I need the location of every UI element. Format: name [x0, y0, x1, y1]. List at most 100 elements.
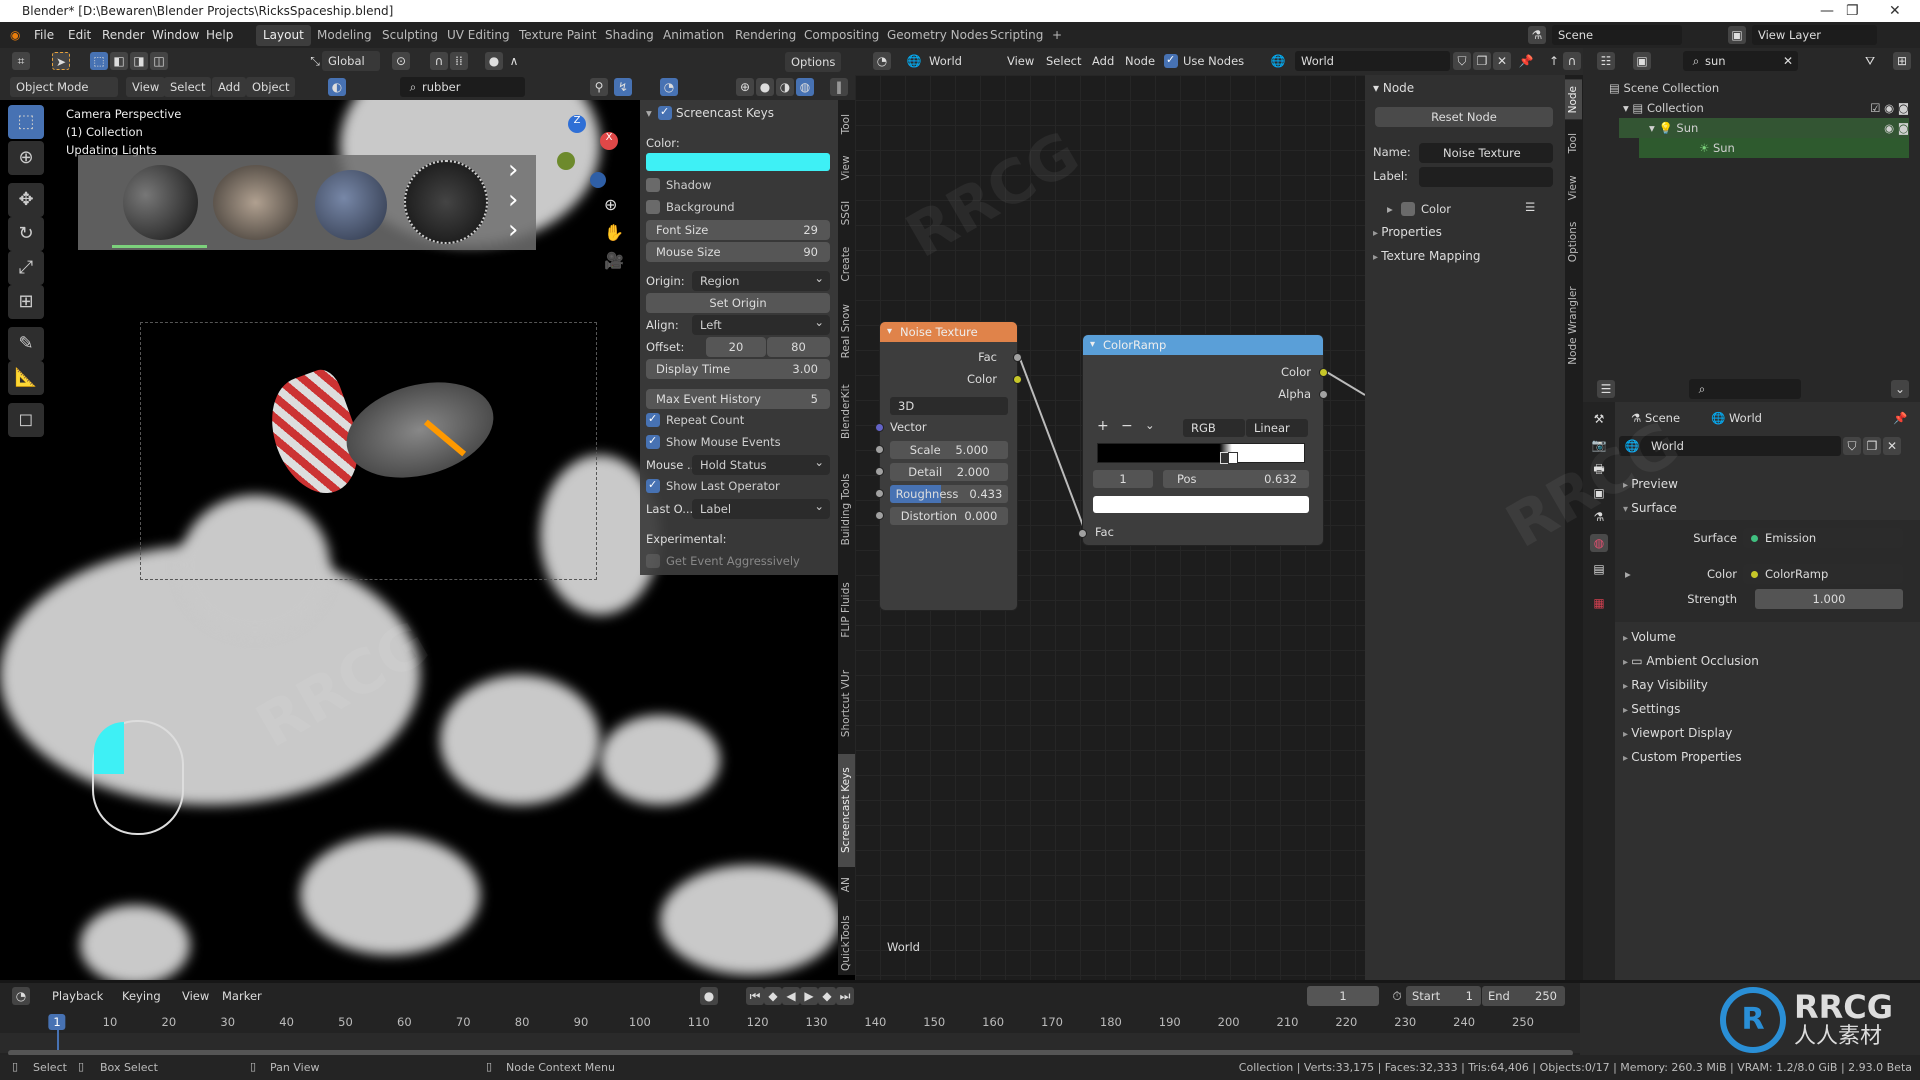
stop-color-swatch[interactable]	[1093, 496, 1309, 513]
duplicate-icon[interactable]: ❐	[1473, 52, 1491, 70]
menu-file[interactable]: File	[34, 28, 54, 42]
add-workspace-button[interactable]: +	[1045, 25, 1069, 46]
material-shading-icon[interactable]: ◑	[776, 78, 794, 96]
roughness-field[interactable]: Roughness 0.433	[890, 485, 1008, 503]
offset-y-field[interactable]: 80	[767, 337, 830, 357]
sidebar-tab-an[interactable]: AN	[838, 871, 855, 898]
sidebar-tab-node-wrangler[interactable]: Node Wrangler	[1565, 276, 1582, 376]
viewport-display-panel[interactable]: Viewport Display	[1623, 726, 1732, 740]
node-name-input[interactable]: Noise Texture	[1419, 143, 1553, 163]
sidebar-tab-ssgi[interactable]: SSGI	[838, 193, 855, 233]
tab-texture-paint[interactable]: Texture Paint	[512, 25, 603, 46]
display-mode-icon[interactable]: ☷	[1597, 52, 1615, 70]
rendered-shading-icon[interactable]: ◍	[796, 78, 814, 96]
font-size-field[interactable]: Font Size 29	[646, 220, 830, 240]
zoom-icon[interactable]: ⊕	[604, 195, 617, 214]
duplicate-icon[interactable]: ❐	[1863, 437, 1881, 455]
falloff-icon[interactable]: ∧	[505, 52, 523, 70]
editor-type-icon[interactable]: ⌗	[12, 52, 30, 70]
preview-panel[interactable]: Preview	[1623, 477, 1678, 491]
solid-shading-icon[interactable]: ●	[756, 78, 774, 96]
ambient-occlusion-panel[interactable]: ▭ Ambient Occlusion	[1623, 654, 1759, 668]
list-icon[interactable]: ☰	[1525, 200, 1535, 214]
sidebar-tab-view[interactable]: View	[1565, 168, 1582, 208]
texture-mapping-subpanel[interactable]: Texture Mapping	[1373, 249, 1480, 263]
gizmo-z-axis[interactable]: Z	[568, 115, 586, 133]
detail-field[interactable]: Detail 2.000	[890, 463, 1008, 481]
distortion-field[interactable]: Distortion 0.000	[890, 507, 1008, 525]
interpolation-dropdown[interactable]: Linear	[1246, 419, 1308, 437]
sidebar-tab-options[interactable]: Options	[1565, 212, 1582, 272]
breadcrumb-world[interactable]: 🌐 World	[1711, 411, 1762, 425]
sidebar-tab-tool[interactable]: Tool	[838, 104, 855, 144]
display-time-field[interactable]: Display Time 3.00	[646, 359, 830, 379]
offset-x-field[interactable]: 20	[706, 337, 766, 357]
tab-shading[interactable]: Shading	[598, 25, 661, 46]
node-label-input[interactable]	[1419, 167, 1553, 187]
shader-type-dropdown[interactable]: World	[923, 51, 998, 71]
output-fac-socket[interactable]	[1013, 353, 1022, 362]
object-mode-dropdown[interactable]: Object Mode	[10, 77, 118, 97]
tab-modeling[interactable]: Modeling	[310, 25, 379, 46]
editor-type-icon[interactable]: ◔	[873, 52, 891, 70]
scene-selector[interactable]: Scene	[1552, 25, 1682, 45]
texture-tab-icon[interactable]: ▦	[1590, 594, 1608, 612]
output-color-socket[interactable]	[1319, 368, 1328, 377]
overlay-icon[interactable]: ◔	[660, 78, 678, 96]
view-layer-tab-icon[interactable]: ▣	[1590, 484, 1608, 502]
outliner-item-sun-object[interactable]: ▾ 💡 Sun ◉ ◙	[1619, 118, 1909, 138]
show-last-operator-checkbox[interactable]	[646, 478, 660, 493]
tab-compositing[interactable]: Compositing	[797, 25, 886, 46]
material-thumb[interactable]	[404, 160, 488, 244]
filter-icon[interactable]: ⛛	[1861, 52, 1879, 70]
move-tool[interactable]: ✥	[8, 183, 44, 217]
input-socket[interactable]	[875, 467, 884, 476]
wireframe-shading-icon[interactable]: ⊕	[736, 78, 754, 96]
world-datablock-icon[interactable]: 🌐	[1269, 52, 1287, 70]
viewport-shading-icon[interactable]: ◐	[328, 78, 346, 96]
output-tab-icon[interactable]: 🖶	[1590, 460, 1608, 478]
panel-collapse-icon[interactable]: ▾	[646, 106, 652, 120]
input-socket[interactable]	[875, 489, 884, 498]
collection-tab-icon[interactable]: ▤	[1590, 560, 1608, 578]
viewport-menu-view[interactable]: View	[126, 77, 166, 97]
viewport-menu-select[interactable]: Select	[164, 77, 212, 97]
noise-texture-node[interactable]: Noise Texture Fac Color 3D Vector Scale …	[875, 322, 1022, 610]
input-vector-socket[interactable]	[875, 423, 884, 432]
clear-search-icon[interactable]: ✕	[1779, 52, 1797, 70]
gizmo-x-axis[interactable]: X	[600, 132, 618, 150]
select-mode-subtract-icon[interactable]: ◨	[130, 52, 148, 70]
spaceship-object[interactable]	[256, 364, 515, 515]
select-box-tool[interactable]: ⬚	[8, 105, 44, 139]
input-socket[interactable]	[875, 511, 884, 520]
settings-panel[interactable]: Settings	[1623, 702, 1680, 716]
view-layer-filter-icon[interactable]: ▣	[1633, 52, 1651, 70]
fake-user-icon[interactable]: ⛉	[1843, 437, 1861, 455]
node-editor-canvas[interactable]: Noise Texture Fac Color 3D Vector Scale …	[855, 75, 1365, 980]
fake-user-icon[interactable]: ⛉	[1453, 52, 1471, 70]
aggressive-checkbox[interactable]	[646, 554, 660, 568]
proportional-edit-icon[interactable]: ●	[485, 52, 503, 70]
outliner-item-collection[interactable]: ▾ ▤ Collection ☑ ◉ ◙	[1609, 98, 1909, 118]
menu-help[interactable]: Help	[206, 28, 233, 42]
tab-scripting[interactable]: Scripting	[983, 25, 1050, 46]
select-mode-intersect-icon[interactable]: ◫	[150, 52, 168, 70]
world-tab-icon[interactable]: ◍	[1590, 534, 1608, 552]
editor-type-icon[interactable]: ☰	[1597, 380, 1615, 398]
sidebar-tab-screencast-keys[interactable]: Screencast Keys	[838, 754, 855, 868]
surface-panel[interactable]: Surface	[1623, 501, 1677, 515]
tab-sculpting[interactable]: Sculpting	[375, 25, 445, 46]
gizmo-y-axis[interactable]	[557, 152, 575, 170]
strength-field[interactable]: 1.000	[1755, 589, 1903, 609]
add-cube-tool[interactable]: ◻	[8, 403, 44, 437]
color-swatch[interactable]	[646, 153, 830, 171]
stop-index-field[interactable]: 1	[1093, 470, 1153, 488]
colorramp-node[interactable]: ColorRamp Color Alpha + − ⌄ RGB Linear 1…	[1078, 335, 1328, 545]
transform-tool[interactable]: ⊞	[8, 285, 44, 319]
background-checkbox[interactable]	[646, 200, 660, 214]
color-input-field[interactable]: ColorRamp	[1743, 564, 1903, 584]
camera-view-icon[interactable]: 🎥	[604, 251, 624, 270]
select-tool-icon[interactable]: ➤	[52, 52, 70, 70]
chevron-right-icon[interactable]: › › ›	[508, 155, 518, 245]
tab-uv-editing[interactable]: UV Editing	[440, 25, 517, 46]
